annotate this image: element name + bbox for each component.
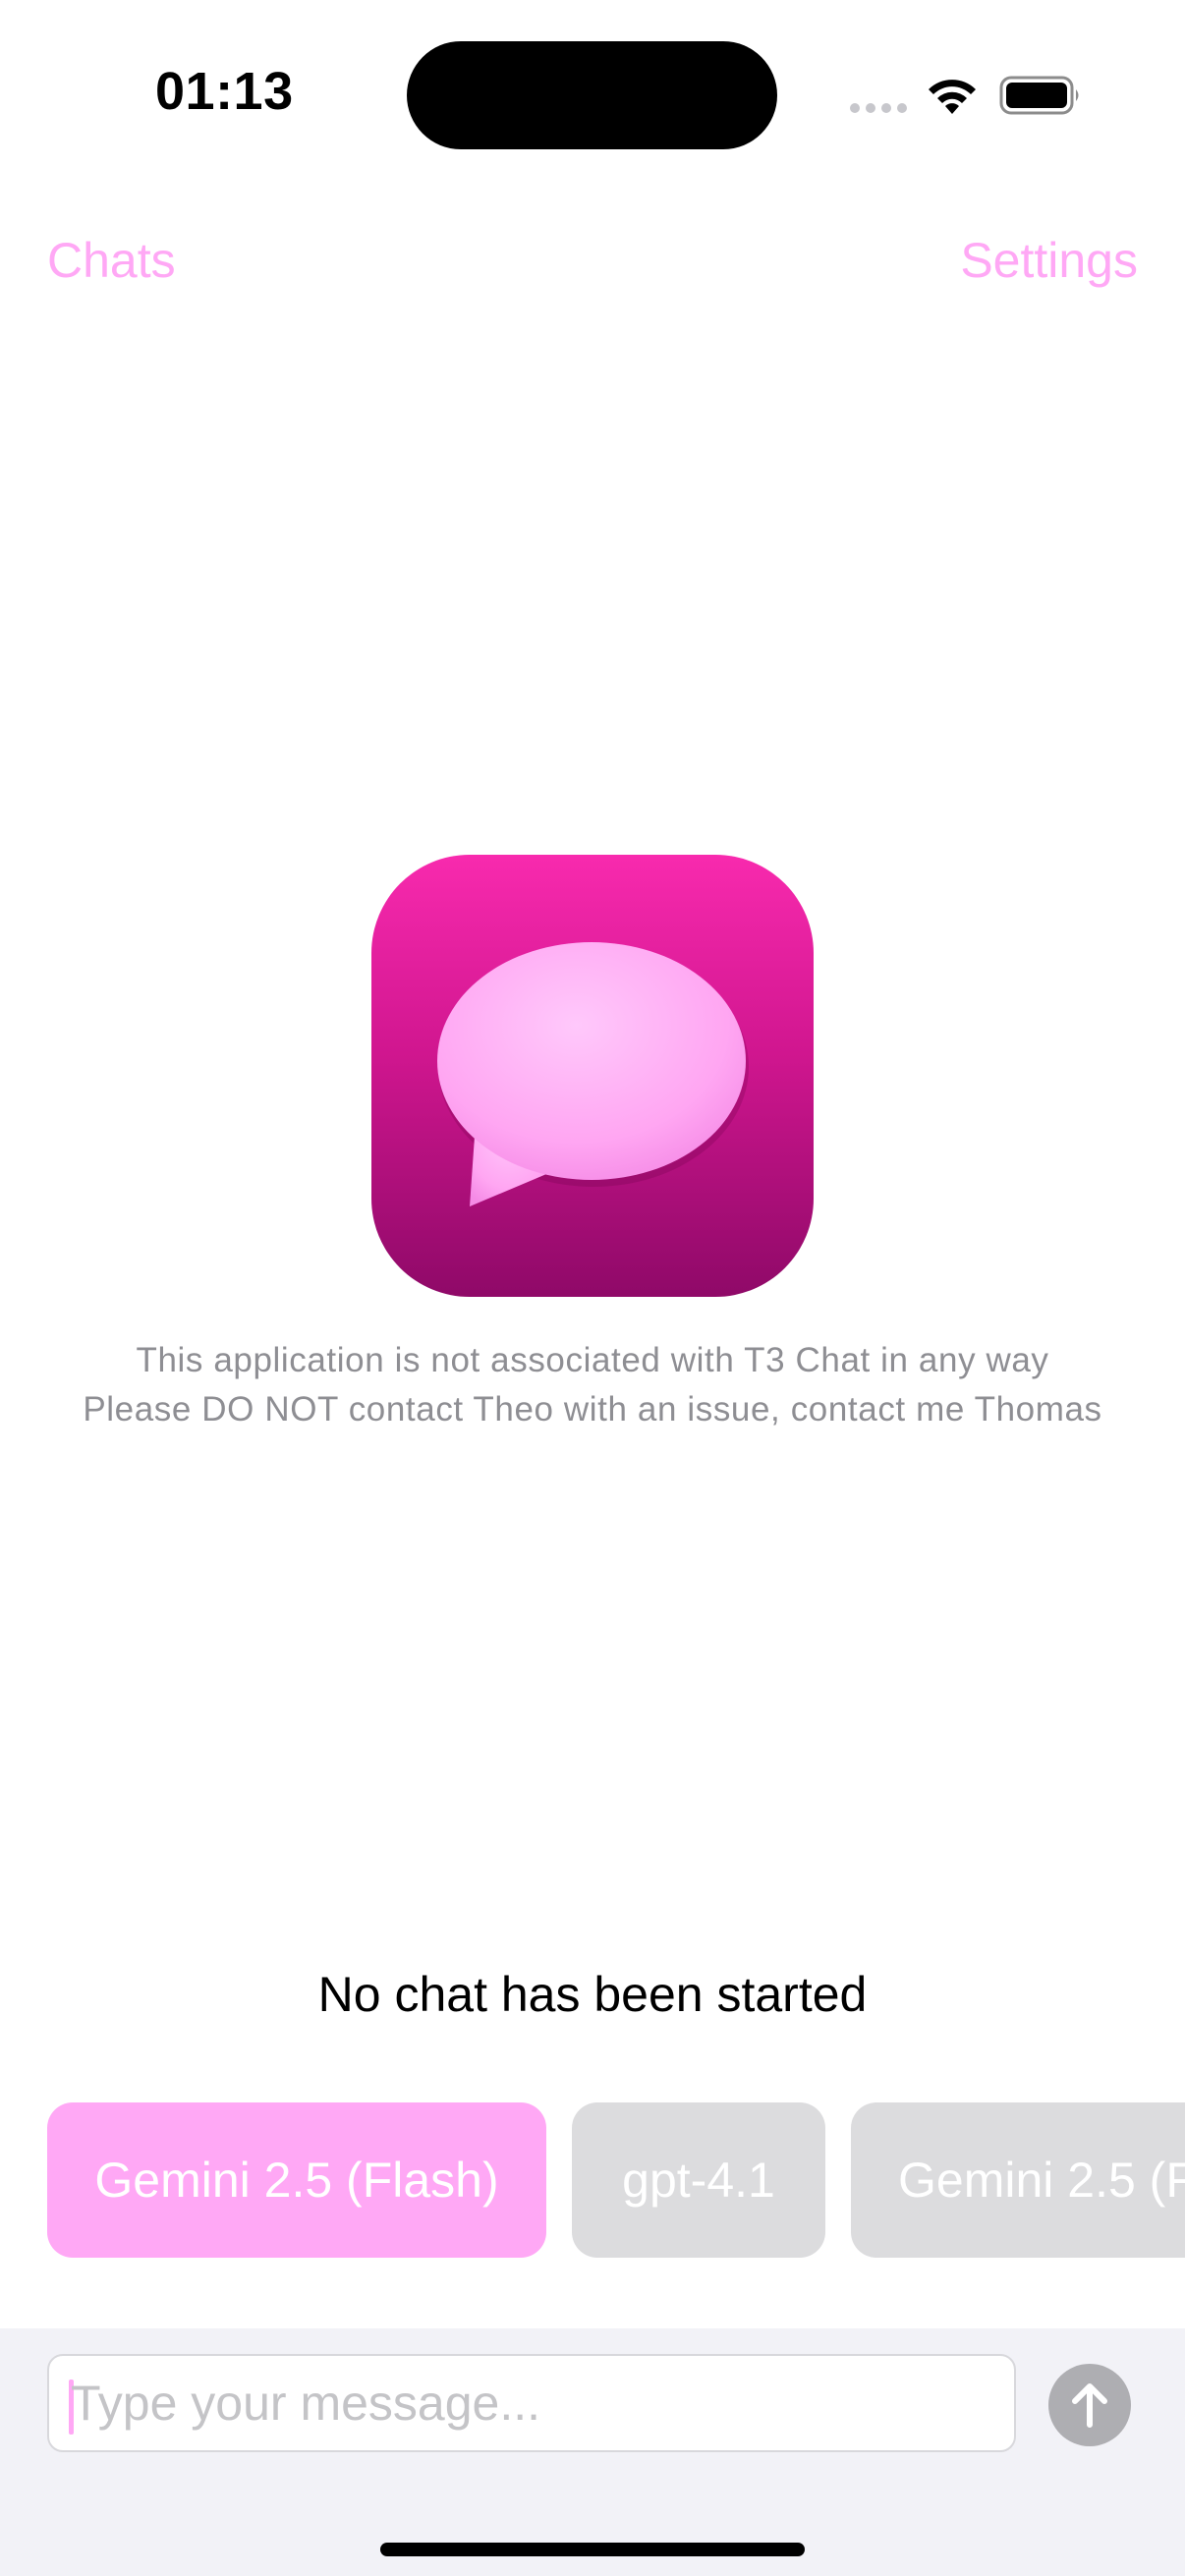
home-indicator	[380, 2543, 805, 2556]
status-time: 01:13	[155, 62, 294, 121]
model-chip-gemini-flash[interactable]: Gemini 2.5 (Flash)	[47, 2102, 546, 2258]
message-placeholder: Type your message...	[71, 2376, 541, 2431]
chats-nav-button[interactable]: Chats	[47, 228, 176, 293]
send-button[interactable]	[1048, 2364, 1131, 2446]
chat-bubble-icon	[437, 942, 749, 1206]
message-input[interactable]: Type your message...	[47, 2354, 1016, 2452]
model-chip-gpt-4-1[interactable]: gpt-4.1	[572, 2102, 825, 2258]
message-composer: Type your message...	[0, 2328, 1185, 2576]
model-selector: Gemini 2.5 (Flash) gpt-4.1 Gemini 2.5 (F…	[0, 2102, 1185, 2258]
settings-nav-button[interactable]: Settings	[960, 228, 1138, 293]
empty-state-message: No chat has been started	[317, 1967, 868, 2022]
battery-full-icon	[999, 76, 1079, 115]
model-chip-gemini-2[interactable]: Gemini 2.5 (Flash)	[851, 2102, 1185, 2258]
disclaimer-line-1: This application is not associated with …	[136, 1341, 1049, 1379]
dynamic-island	[407, 41, 777, 149]
app-logo	[371, 855, 814, 1297]
cellular-signal-icon	[850, 103, 907, 113]
disclaimer-line-2: Please DO NOT contact Theo with an issue…	[83, 1390, 1102, 1428]
arrow-up-icon	[1072, 2383, 1107, 2428]
wifi-icon	[929, 80, 976, 114]
